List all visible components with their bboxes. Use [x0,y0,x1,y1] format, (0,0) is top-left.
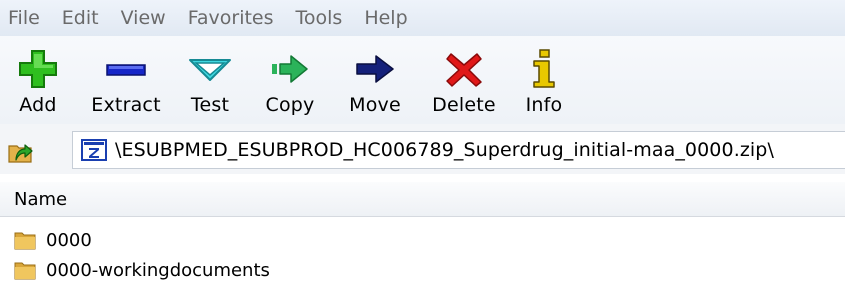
folder-icon [14,262,36,280]
add-icon [19,50,57,88]
info-button[interactable]: Info [520,36,568,124]
up-folder-icon[interactable] [6,136,36,166]
column-header-name[interactable]: Name [14,189,67,210]
test-button[interactable]: Test [184,36,236,124]
folder-icon [14,232,36,250]
list-header: Name [0,182,845,217]
delete-label: Delete [432,94,496,116]
address-bar: \ESUBPMED_ESUBPROD_HC006789_Superdrug_in… [0,124,845,174]
move-label: Move [349,94,401,116]
test-icon [189,59,231,81]
extract-label: Extract [91,94,161,116]
menu-file[interactable]: File [0,0,50,36]
extract-icon [106,64,146,76]
delete-icon [446,53,482,87]
menu-bar: File Edit View Favorites Tools Help [0,0,845,36]
info-label: Info [525,94,563,116]
menu-favorites[interactable]: Favorites [176,0,284,36]
menu-tools[interactable]: Tools [284,0,353,36]
file-name: 0000 [46,229,92,251]
extract-button[interactable]: Extract [88,36,164,124]
path-text: \ESUBPMED_ESUBPROD_HC006789_Superdrug_in… [115,139,774,161]
list-item[interactable]: 0000 [0,224,845,256]
copy-label: Copy [265,94,315,116]
path-field[interactable]: \ESUBPMED_ESUBPROD_HC006789_Superdrug_in… [72,131,845,169]
toolbar: Add Extract Test Copy Move Delete Info [0,36,845,124]
copy-button[interactable]: Copy [260,36,320,124]
add-label: Add [19,94,57,116]
info-icon [533,49,555,88]
delete-button[interactable]: Delete [428,36,500,124]
copy-icon [272,55,308,83]
menu-edit[interactable]: Edit [50,0,109,36]
list-item[interactable]: 0000-workingdocuments [0,254,845,286]
move-button[interactable]: Move [344,36,406,124]
file-name: 0000-workingdocuments [46,259,270,281]
zip-archive-icon [81,139,107,161]
move-icon [356,55,394,83]
add-button[interactable]: Add [12,36,64,124]
menu-help[interactable]: Help [352,0,417,36]
menu-view[interactable]: View [109,0,176,36]
test-label: Test [190,94,230,116]
